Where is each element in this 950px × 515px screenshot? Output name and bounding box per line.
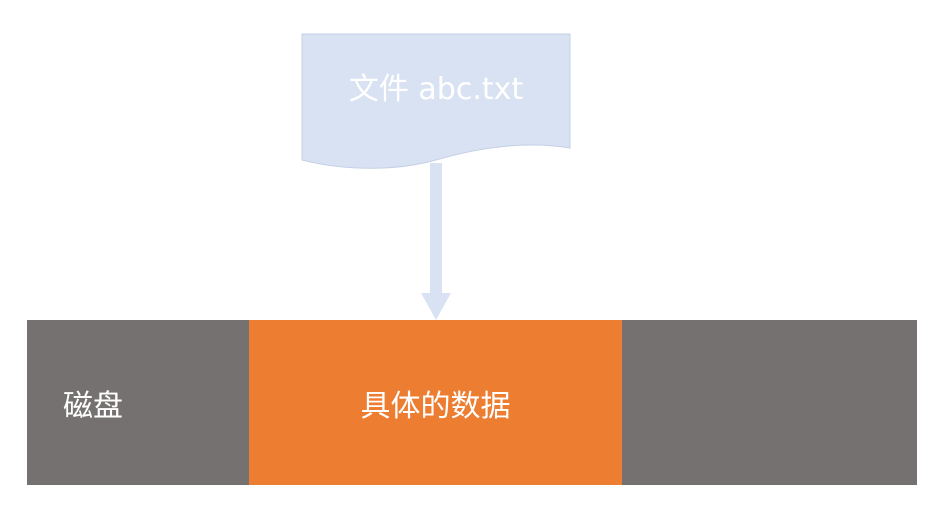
arrow-shaft — [430, 163, 442, 293]
file-label: 文件 abc.txt — [348, 72, 524, 107]
arrow-head — [421, 293, 451, 320]
data-label: 具体的数据 — [360, 388, 511, 424]
disk-right-segment — [622, 320, 917, 485]
disk-label: 磁盘 — [63, 388, 123, 424]
